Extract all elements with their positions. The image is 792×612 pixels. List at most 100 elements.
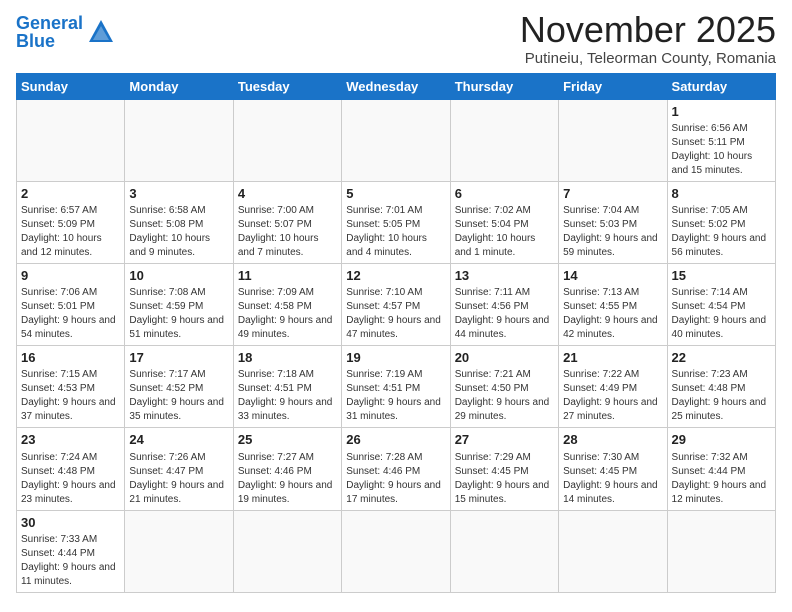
day-cell: 21Sunrise: 7:22 AM Sunset: 4:49 PM Dayli… <box>559 346 667 428</box>
day-cell <box>342 99 450 181</box>
day-number: 29 <box>672 431 771 449</box>
week-row-0: 1Sunrise: 6:56 AM Sunset: 5:11 PM Daylig… <box>17 99 776 181</box>
weekday-header-friday: Friday <box>559 73 667 99</box>
day-number: 25 <box>238 431 337 449</box>
day-number: 12 <box>346 267 445 285</box>
logo-blue: Blue <box>16 31 55 51</box>
day-info: Sunrise: 7:06 AM Sunset: 5:01 PM Dayligh… <box>21 286 120 342</box>
title-block: November 2025 Putineiu, Teleorman County… <box>520 10 776 67</box>
day-info: Sunrise: 7:01 AM Sunset: 5:05 PM Dayligh… <box>346 204 445 260</box>
day-info: Sunrise: 7:27 AM Sunset: 4:46 PM Dayligh… <box>238 451 337 507</box>
calendar: SundayMondayTuesdayWednesdayThursdayFrid… <box>16 73 776 593</box>
day-cell: 28 Sunrise: 7:30 AM Sunset: 4:45 PM Dayli… <box>559 428 667 510</box>
weekday-header-tuesday: Tuesday <box>233 73 341 99</box>
day-number: 28 <box>563 431 662 449</box>
weekday-header-monday: Monday <box>125 73 233 99</box>
day-cell: 11Sunrise: 7:09 AM Sunset: 4:58 PM Dayli… <box>233 263 341 345</box>
day-cell <box>342 510 450 592</box>
day-info: Sunrise: 7:15 AM Sunset: 4:53 PM Dayligh… <box>21 368 120 424</box>
day-cell <box>667 510 775 592</box>
logo-icon <box>87 18 115 46</box>
day-number: 7 <box>563 185 662 203</box>
day-cell <box>233 99 341 181</box>
day-cell: 22Sunrise: 7:23 AM Sunset: 4:48 PM Dayli… <box>667 346 775 428</box>
day-cell: 12Sunrise: 7:10 AM Sunset: 4:57 PM Dayli… <box>342 263 450 345</box>
week-row-2: 9Sunrise: 7:06 AM Sunset: 5:01 PM Daylig… <box>17 263 776 345</box>
day-cell: 17Sunrise: 7:17 AM Sunset: 4:52 PM Dayli… <box>125 346 233 428</box>
day-cell: 7Sunrise: 7:04 AM Sunset: 5:03 PM Daylig… <box>559 181 667 263</box>
week-row-3: 16Sunrise: 7:15 AM Sunset: 4:53 PM Dayli… <box>17 346 776 428</box>
day-number: 4 <box>238 185 337 203</box>
day-number: 1 <box>672 103 771 121</box>
day-info: Sunrise: 7:02 AM Sunset: 5:04 PM Dayligh… <box>455 204 554 260</box>
day-cell: 2Sunrise: 6:57 AM Sunset: 5:09 PM Daylig… <box>17 181 125 263</box>
day-info: Sunrise: 7:24 AM Sunset: 4:48 PM Dayligh… <box>21 451 120 507</box>
day-number: 16 <box>21 349 120 367</box>
day-number: 21 <box>563 349 662 367</box>
day-number: 5 <box>346 185 445 203</box>
day-cell: 10Sunrise: 7:08 AM Sunset: 4:59 PM Dayli… <box>125 263 233 345</box>
day-cell: 18Sunrise: 7:18 AM Sunset: 4:51 PM Dayli… <box>233 346 341 428</box>
day-number: 23 <box>21 431 120 449</box>
weekday-header-row: SundayMondayTuesdayWednesdayThursdayFrid… <box>17 73 776 99</box>
week-row-4: 23 Sunrise: 7:24 AM Sunset: 4:48 PM Dayli… <box>17 428 776 510</box>
day-info: Sunrise: 7:05 AM Sunset: 5:02 PM Dayligh… <box>672 204 771 260</box>
day-info: Sunrise: 6:57 AM Sunset: 5:09 PM Dayligh… <box>21 204 120 260</box>
day-cell: 20Sunrise: 7:21 AM Sunset: 4:50 PM Dayli… <box>450 346 558 428</box>
day-number: 26 <box>346 431 445 449</box>
day-number: 22 <box>672 349 771 367</box>
day-number: 6 <box>455 185 554 203</box>
day-info: Sunrise: 7:10 AM Sunset: 4:57 PM Dayligh… <box>346 286 445 342</box>
day-cell: 3Sunrise: 6:58 AM Sunset: 5:08 PM Daylig… <box>125 181 233 263</box>
logo-general: General <box>16 13 83 33</box>
day-info: Sunrise: 7:17 AM Sunset: 4:52 PM Dayligh… <box>129 368 228 424</box>
day-number: 11 <box>238 267 337 285</box>
day-cell: 23 Sunrise: 7:24 AM Sunset: 4:48 PM Dayli… <box>17 428 125 510</box>
day-number: 19 <box>346 349 445 367</box>
day-cell: 15Sunrise: 7:14 AM Sunset: 4:54 PM Dayli… <box>667 263 775 345</box>
weekday-header-wednesday: Wednesday <box>342 73 450 99</box>
week-row-5: 30Sunrise: 7:33 AM Sunset: 4:44 PM Dayli… <box>17 510 776 592</box>
day-cell: 25 Sunrise: 7:27 AM Sunset: 4:46 PM Dayli… <box>233 428 341 510</box>
day-cell: 27 Sunrise: 7:29 AM Sunset: 4:45 PM Dayli… <box>450 428 558 510</box>
weekday-header-sunday: Sunday <box>17 73 125 99</box>
day-number: 8 <box>672 185 771 203</box>
day-info: Sunrise: 7:04 AM Sunset: 5:03 PM Dayligh… <box>563 204 662 260</box>
day-cell <box>450 510 558 592</box>
day-number: 20 <box>455 349 554 367</box>
day-cell: 8Sunrise: 7:05 AM Sunset: 5:02 PM Daylig… <box>667 181 775 263</box>
day-info: Sunrise: 7:14 AM Sunset: 4:54 PM Dayligh… <box>672 286 771 342</box>
day-info: Sunrise: 7:21 AM Sunset: 4:50 PM Dayligh… <box>455 368 554 424</box>
day-info: Sunrise: 7:28 AM Sunset: 4:46 PM Dayligh… <box>346 451 445 507</box>
logo: General Blue <box>16 14 115 50</box>
day-info: Sunrise: 7:18 AM Sunset: 4:51 PM Dayligh… <box>238 368 337 424</box>
day-info: Sunrise: 7:00 AM Sunset: 5:07 PM Dayligh… <box>238 204 337 260</box>
day-info: Sunrise: 7:26 AM Sunset: 4:47 PM Dayligh… <box>129 451 228 507</box>
day-info: Sunrise: 7:22 AM Sunset: 4:49 PM Dayligh… <box>563 368 662 424</box>
day-number: 9 <box>21 267 120 285</box>
day-number: 17 <box>129 349 228 367</box>
week-row-1: 2Sunrise: 6:57 AM Sunset: 5:09 PM Daylig… <box>17 181 776 263</box>
day-info: Sunrise: 7:30 AM Sunset: 4:45 PM Dayligh… <box>563 451 662 507</box>
day-info: Sunrise: 7:29 AM Sunset: 4:45 PM Dayligh… <box>455 451 554 507</box>
day-cell: 9Sunrise: 7:06 AM Sunset: 5:01 PM Daylig… <box>17 263 125 345</box>
day-number: 18 <box>238 349 337 367</box>
weekday-header-saturday: Saturday <box>667 73 775 99</box>
day-cell: 6Sunrise: 7:02 AM Sunset: 5:04 PM Daylig… <box>450 181 558 263</box>
day-info: Sunrise: 7:19 AM Sunset: 4:51 PM Dayligh… <box>346 368 445 424</box>
header: General Blue November 2025 Putineiu, Tel… <box>16 10 776 67</box>
day-cell <box>559 510 667 592</box>
day-number: 15 <box>672 267 771 285</box>
day-number: 27 <box>455 431 554 449</box>
day-info: Sunrise: 7:13 AM Sunset: 4:55 PM Dayligh… <box>563 286 662 342</box>
day-cell <box>125 510 233 592</box>
day-number: 2 <box>21 185 120 203</box>
day-cell: 24Sunrise: 7:26 AM Sunset: 4:47 PM Dayli… <box>125 428 233 510</box>
day-cell: 14Sunrise: 7:13 AM Sunset: 4:55 PM Dayli… <box>559 263 667 345</box>
day-cell: 13Sunrise: 7:11 AM Sunset: 4:56 PM Dayli… <box>450 263 558 345</box>
day-number: 3 <box>129 185 228 203</box>
subtitle: Putineiu, Teleorman County, Romania <box>520 50 776 67</box>
day-info: Sunrise: 6:58 AM Sunset: 5:08 PM Dayligh… <box>129 204 228 260</box>
month-title: November 2025 <box>520 10 776 50</box>
day-cell: 4Sunrise: 7:00 AM Sunset: 5:07 PM Daylig… <box>233 181 341 263</box>
